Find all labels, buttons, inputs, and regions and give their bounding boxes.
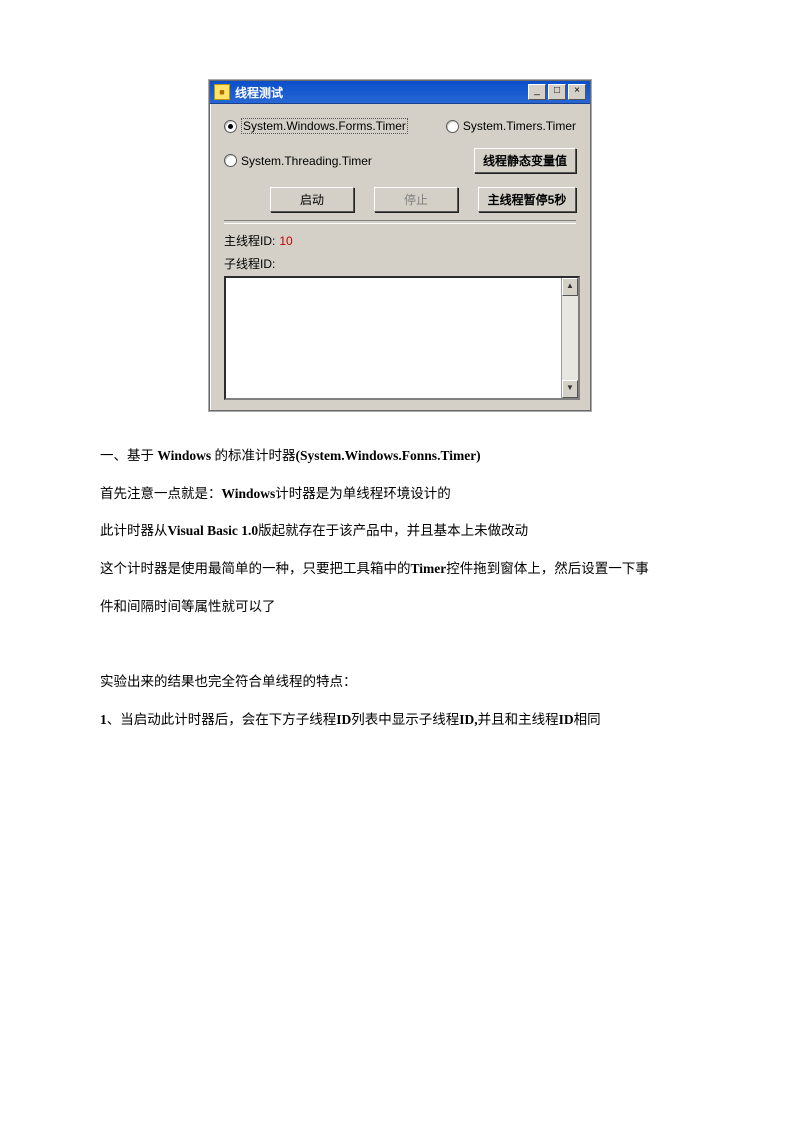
radio-dot-icon (224, 120, 237, 133)
main-thread-id-line: 主线程ID: 10 (224, 232, 576, 249)
radio-dot-icon (224, 154, 237, 167)
close-button[interactable]: × (568, 84, 586, 100)
radio-dot-icon (446, 120, 459, 133)
maximize-button[interactable]: □ (548, 84, 566, 100)
window-title: 线程测试 (235, 84, 528, 101)
start-button[interactable]: 启动 (270, 187, 354, 212)
sub-thread-id-line: 子线程ID: (224, 255, 576, 272)
titlebar: ■ 线程测试 _ □ × (210, 81, 590, 104)
main-thread-value: 10 (279, 234, 292, 248)
sub-thread-label: 子线程ID: (224, 255, 275, 272)
app-icon: ■ (214, 84, 230, 100)
scroll-up-icon[interactable]: ▲ (562, 278, 578, 296)
scrollbar[interactable]: ▲ ▼ (561, 278, 578, 398)
stop-button[interactable]: 停止 (374, 187, 458, 212)
pause-5s-button[interactable]: 主线程暂停5秒 (478, 187, 576, 212)
radio-winforms-timer[interactable]: System.Windows.Forms.Timer (224, 118, 408, 134)
scroll-down-icon[interactable]: ▼ (562, 380, 578, 398)
radio-threading-timer[interactable]: System.Threading.Timer (224, 154, 372, 168)
article-body: 一、基于 Windows 的标准计时器(System.Windows.Fonns… (100, 441, 700, 735)
divider (224, 220, 576, 224)
paragraph: 此计时器从Visual Basic 1.0版起就存在于该产品中，并且基本上未做改… (100, 516, 700, 546)
heading-line: 一、基于 Windows 的标准计时器(System.Windows.Fonns… (100, 441, 700, 471)
paragraph: 首先注意一点就是：Windows计时器是为单线程环境设计的 (100, 479, 700, 509)
static-var-button[interactable]: 线程静态变量值 (474, 148, 576, 173)
dialog-window: ■ 线程测试 _ □ × System.Windows.Forms.Timer … (209, 80, 591, 411)
paragraph: 件和间隔时间等属性就可以了 (100, 592, 700, 622)
paragraph: 实验出来的结果也完全符合单线程的特点： (100, 667, 700, 697)
paragraph: 1、当启动此计时器后，会在下方子线程ID列表中显示子线程ID,并且和主线程ID相… (100, 705, 700, 735)
main-thread-label: 主线程ID: (224, 232, 275, 249)
radio-timers-timer[interactable]: System.Timers.Timer (446, 119, 576, 133)
scroll-track[interactable] (562, 296, 578, 380)
minimize-button[interactable]: _ (528, 84, 546, 100)
window-buttons: _ □ × (528, 84, 586, 100)
paragraph: 这个计时器是使用最简单的一种，只要把工具箱中的Timer控件拖到窗体上，然后设置… (100, 554, 700, 584)
sub-thread-listbox[interactable]: ▲ ▼ (224, 276, 580, 400)
